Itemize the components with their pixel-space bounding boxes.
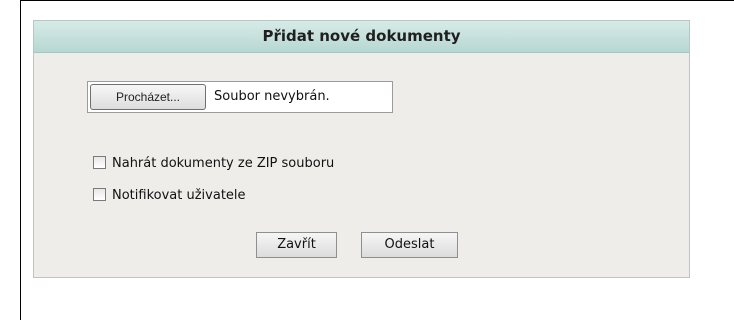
dialog-title: Přidat nové dokumenty [34, 21, 689, 53]
notify-users-option[interactable]: Notifikovat uživatele [93, 186, 246, 206]
close-button[interactable]: Zavřít [256, 232, 337, 258]
add-documents-dialog: Přidat nové dokumenty Procházet... Soubo… [33, 20, 690, 278]
notify-users-checkbox[interactable] [93, 188, 106, 201]
zip-upload-checkbox[interactable] [93, 156, 106, 169]
submit-button[interactable]: Odeslat [361, 232, 458, 258]
notify-users-label: Notifikovat uživatele [112, 188, 246, 203]
file-input[interactable]: Procházet... Soubor nevybrán. [87, 81, 393, 113]
file-status-text: Soubor nevybrán. [214, 89, 330, 104]
browse-button[interactable]: Procházet... [90, 84, 206, 110]
zip-upload-option[interactable]: Nahrát dokumenty ze ZIP souboru [93, 154, 334, 174]
zip-upload-label: Nahrát dokumenty ze ZIP souboru [112, 156, 335, 171]
